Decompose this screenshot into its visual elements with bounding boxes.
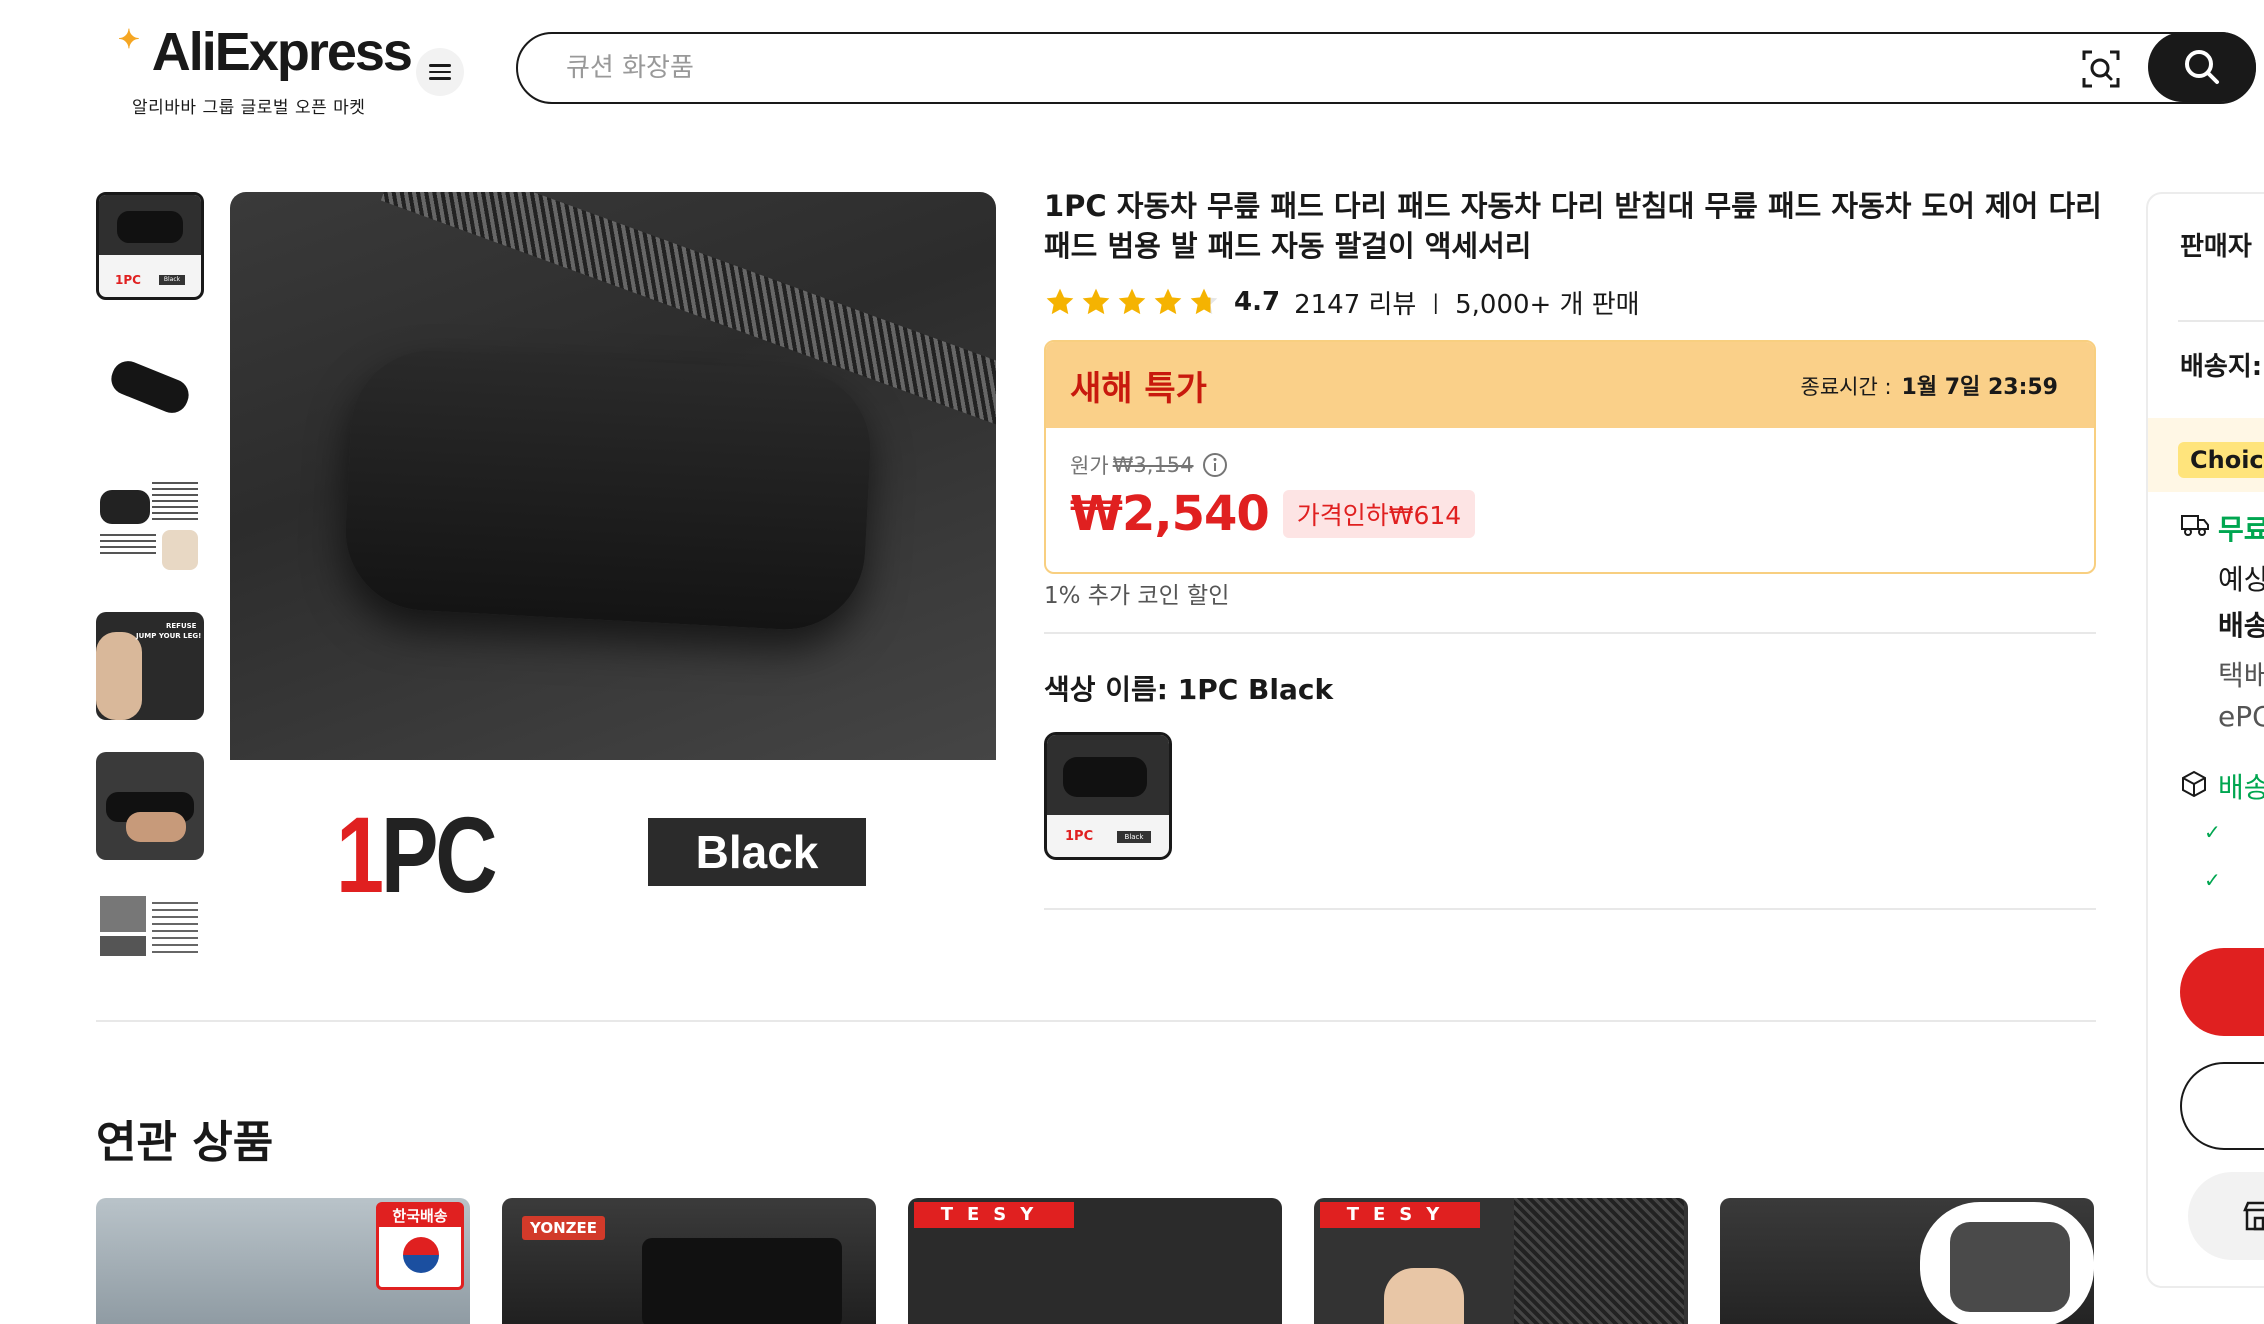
menu-button[interactable] — [416, 48, 464, 96]
courier-name: ePC — [2218, 700, 2264, 733]
rating-row: 4.7 2147 리뷰 | 5,000+ 개 판매 — [1044, 284, 1640, 320]
product-photo — [230, 192, 996, 760]
color-label: 색상 이름: 1PC Black — [1044, 673, 1334, 706]
divider — [1044, 908, 2096, 910]
hamburger-icon — [429, 60, 451, 84]
logo-tagline: 알리바바 그룹 글로벌 오픈 마켓 — [132, 98, 366, 118]
search-input[interactable] — [566, 50, 1966, 86]
courier-line: 택배 — [2218, 659, 2264, 692]
divider — [2178, 320, 2264, 322]
ship-to-label[interactable]: 배송지: — [2180, 346, 2262, 383]
divider — [96, 1020, 2096, 1022]
divider — [1044, 632, 2096, 634]
coin-discount-note: 1% 추가 코인 할인 — [1044, 583, 1230, 609]
purchase-panel: 판매자 배송지: Choice 무료 예상 배송 택배 ePC 배송 ✓ ✓ — [2146, 192, 2264, 1288]
image-caption-black: Black — [648, 818, 866, 886]
review-count[interactable]: 2147 리뷰 — [1294, 284, 1416, 321]
delivery-truck-icon — [2181, 515, 2209, 536]
aliexpress-logo[interactable]: ✦ AliExpress 알리바바 그룹 글로벌 오픈 마켓 — [118, 22, 413, 118]
deal-box: 새해 특가 종료시간 :1월 7일 23:59 원가 ₩3,154 ₩2,540… — [1044, 340, 2096, 574]
discount-badge: 가격인하₩614 — [1282, 490, 1476, 538]
check-icon: ✓ — [2204, 820, 2221, 844]
deal-title: 새해 특가 — [1070, 368, 1207, 409]
product-title: 1PC 자동차 무릎 패드 다리 패드 자동차 다리 받침대 무릎 패드 자동차… — [1044, 189, 2102, 263]
deal-end-time: 종료시간 :1월 7일 23:59 — [1800, 375, 2058, 400]
sold-count: 5,000+ 개 판매 — [1455, 289, 1640, 320]
header: ✦ AliExpress 알리바바 그룹 글로벌 오픈 마켓 — [0, 0, 2264, 140]
delivery-line: 배송 — [2218, 609, 2264, 642]
free-shipping-label: 무료 — [2218, 513, 2264, 546]
star-icon — [1046, 288, 1074, 315]
related-product-card[interactable]: TESY — [908, 1198, 1282, 1324]
star-half-icon — [1190, 288, 1218, 315]
main-product-image[interactable]: 1PC Black — [230, 192, 996, 956]
original-price: ₩3,154 — [1112, 453, 1194, 477]
search-button[interactable] — [2148, 32, 2256, 102]
original-price-row: 원가 ₩3,154 — [1070, 450, 2070, 480]
related-product-card[interactable]: YONZEE — [502, 1198, 876, 1324]
thumbnail-2[interactable] — [96, 332, 204, 440]
search-bar — [516, 32, 2256, 104]
thumbnail-1[interactable]: 1PC Black — [96, 192, 204, 300]
seller-label[interactable]: 판매자 — [2180, 226, 2252, 263]
add-to-cart-button[interactable] — [2180, 1062, 2264, 1150]
star-icon — [1118, 288, 1146, 315]
info-icon[interactable] — [1202, 452, 1228, 478]
knee-pad-image — [341, 346, 875, 634]
sale-price: ₩2,540 — [1070, 486, 1270, 542]
thumbnail-6[interactable] — [96, 892, 204, 956]
star-icon — [1154, 288, 1182, 315]
store-icon — [2243, 1201, 2264, 1231]
shipping-guarantee: 배송 — [2218, 771, 2264, 804]
estimated-delivery: 예상 — [2218, 563, 2264, 596]
image-caption-1pc: 1PC — [336, 794, 498, 915]
thumbnail-5[interactable] — [96, 752, 204, 860]
related-products-title: 연관 상품 — [96, 1117, 274, 1168]
check-icon: ✓ — [2204, 868, 2221, 892]
color-swatch-1pc-black[interactable]: 1PC Black — [1044, 732, 1172, 860]
separator: | — [1432, 290, 1440, 314]
logo-text: ✦ AliExpress — [118, 22, 413, 82]
related-product-card[interactable]: TESY — [1314, 1198, 1688, 1324]
image-search-icon[interactable] — [2080, 48, 2122, 90]
rating-value: 4.7 — [1234, 287, 1281, 317]
rating-stars[interactable] — [1044, 286, 1220, 318]
choice-badge: Choice — [2178, 442, 2264, 478]
store-button[interactable] — [2188, 1172, 2264, 1260]
star-icon — [1082, 288, 1110, 315]
thumbnail-3[interactable] — [96, 472, 204, 580]
package-icon — [2182, 770, 2206, 798]
deal-header: 새해 특가 종료시간 :1월 7일 23:59 — [1046, 342, 2094, 428]
related-product-card[interactable] — [1720, 1198, 2094, 1324]
thumbnail-list: 1PC Black REFUSE JUMP YOUR LEG! — [96, 192, 204, 956]
buy-now-button[interactable] — [2180, 948, 2264, 1036]
thumbnail-4[interactable]: REFUSE JUMP YOUR LEG! — [96, 612, 204, 720]
related-product-card[interactable]: 한국배송 — [96, 1198, 470, 1324]
search-icon — [2185, 50, 2219, 84]
